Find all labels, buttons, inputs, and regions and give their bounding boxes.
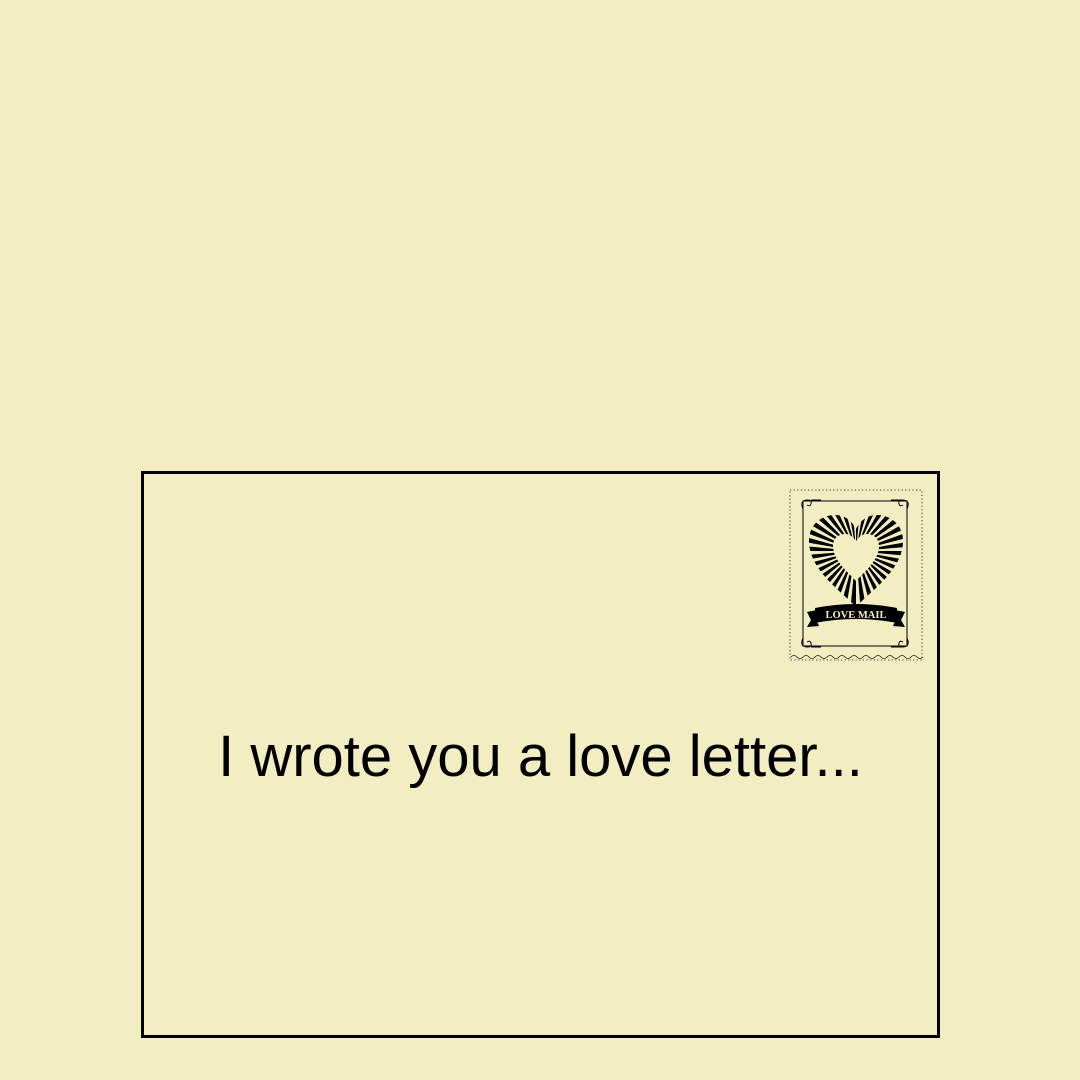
stamp-wavy-edge	[790, 655, 923, 659]
envelope-message: I wrote you a love letter...	[218, 724, 863, 789]
postage-stamp: LOVE MAIL	[789, 489, 923, 661]
stamp-ribbon-banner: LOVE MAIL	[807, 604, 905, 627]
envelope[interactable]: LOVE MAIL I wrote you a love letter...	[141, 471, 940, 1038]
stamp-label: LOVE MAIL	[826, 610, 887, 621]
scene-canvas: LOVE MAIL I wrote you a love letter...	[0, 0, 1080, 1080]
